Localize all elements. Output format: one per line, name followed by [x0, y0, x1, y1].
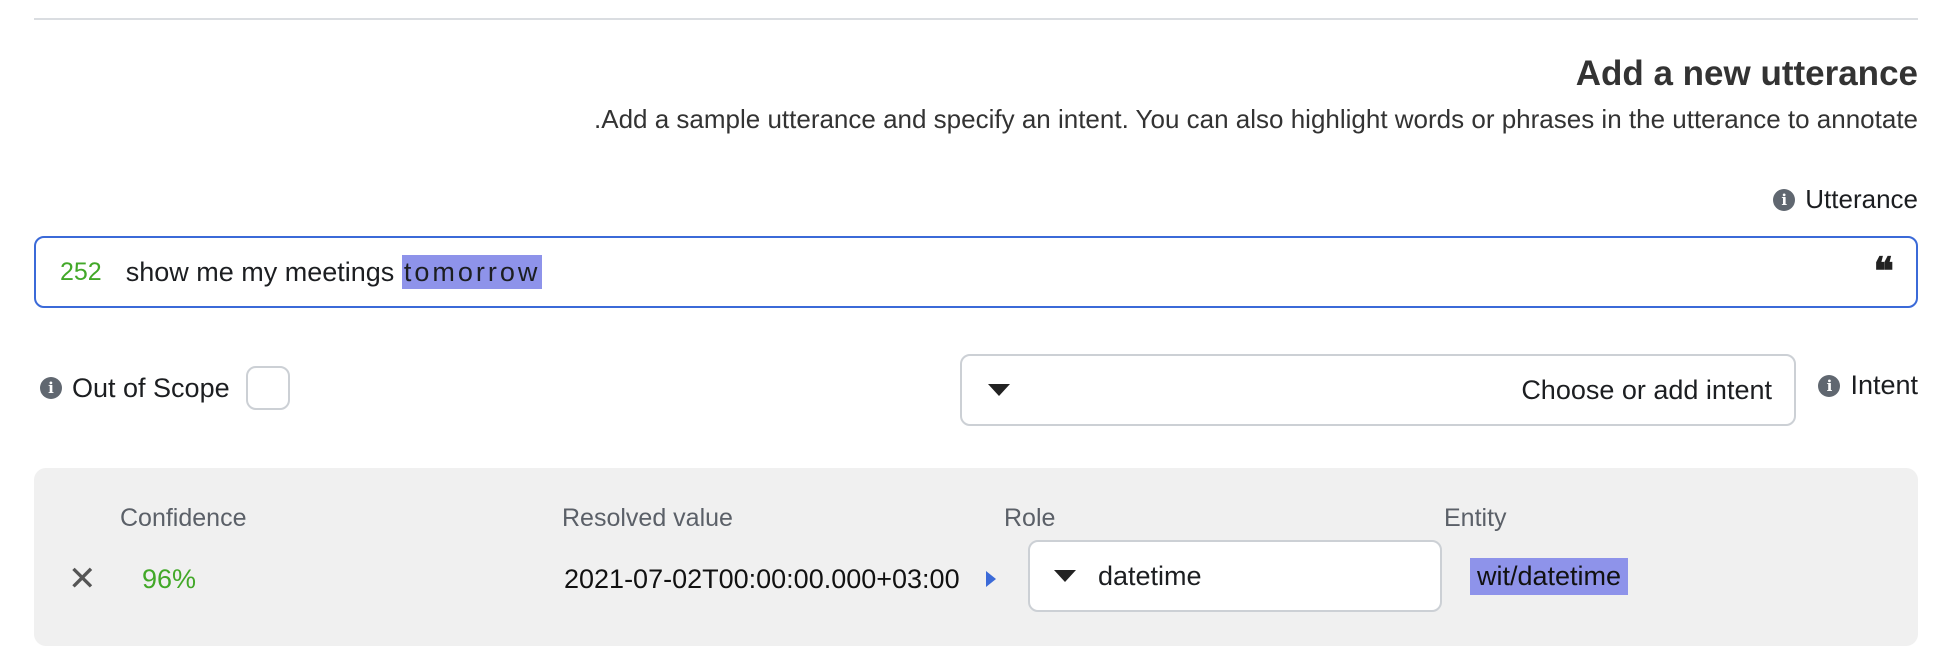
role-header: Role: [1004, 504, 1056, 532]
utterance-text-plain: show me my meetings: [125, 256, 402, 287]
utterance-label: Utterance: [1805, 184, 1918, 214]
utterance-entity-highlight[interactable]: tomorrow: [401, 254, 543, 289]
chevron-down-icon: [988, 384, 1010, 396]
chevron-right-icon[interactable]: [986, 571, 996, 587]
page-subtitle: .Add a sample utterance and specify an i…: [594, 104, 1918, 134]
out-of-scope-label: Out of Scope: [72, 372, 230, 403]
info-icon[interactable]: i: [1818, 374, 1841, 397]
resolved-value-header: Resolved value: [562, 504, 733, 532]
quote-icon[interactable]: ❝: [1874, 252, 1894, 290]
entity-panel: Confidence Resolved value Role Entity ✕ …: [34, 468, 1918, 646]
utterance-input[interactable]: 252 show me my meetings tomorrow ❝: [34, 236, 1918, 308]
out-of-scope-checkbox[interactable]: [245, 366, 290, 410]
info-icon[interactable]: i: [1773, 188, 1796, 211]
intent-label: Intent: [1850, 370, 1918, 400]
intent-placeholder: Choose or add intent: [1521, 374, 1772, 405]
top-divider: [34, 18, 1918, 20]
close-icon[interactable]: ✕: [68, 562, 97, 596]
entity-header: Entity: [1444, 504, 1507, 532]
intent-select[interactable]: Choose or add intent: [960, 354, 1796, 426]
utterance-text[interactable]: show me my meetings tomorrow: [125, 254, 543, 289]
out-of-scope-row: i Out of Scope: [40, 366, 290, 410]
utterance-label-row: i Utterance: [1773, 184, 1918, 215]
resolved-value: 2021-07-02T00:00:00.000+03:00: [564, 564, 960, 594]
chevron-down-icon: [1054, 570, 1076, 582]
info-icon[interactable]: i: [40, 377, 62, 399]
page-title: Add a new utterance: [1575, 54, 1918, 93]
role-select[interactable]: datetime: [1028, 540, 1442, 612]
role-value: datetime: [1098, 560, 1202, 591]
confidence-header: Confidence: [120, 504, 247, 532]
char-count: 252: [60, 257, 102, 286]
intent-label-row: i Intent: [1818, 370, 1918, 401]
utterance-editor: Add a new utterance .Add a sample uttera…: [0, 0, 1948, 670]
entity-chip[interactable]: wit/datetime: [1470, 558, 1629, 595]
confidence-value: 96%: [142, 564, 197, 594]
